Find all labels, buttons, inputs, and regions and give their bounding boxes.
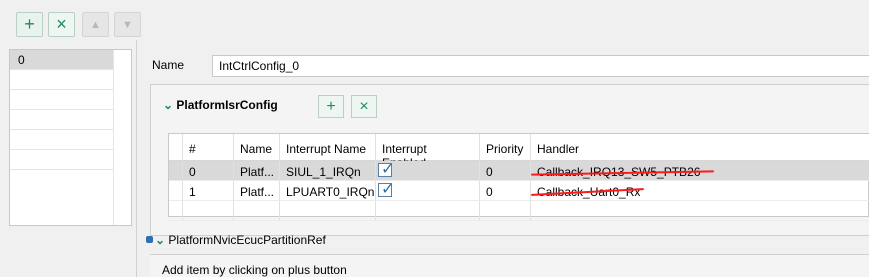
table-cell-interrupt-name[interactable]: LPUART0_IRQn: [280, 181, 376, 201]
plus-icon: +: [326, 97, 336, 115]
table-cell-interrupt-enabled[interactable]: ✓: [376, 161, 480, 181]
table-empty-row: [480, 201, 531, 221]
table-empty-row: [169, 201, 183, 221]
isr-add-button[interactable]: +: [318, 95, 344, 118]
table-header-interrupt-name: Interrupt Name: [280, 134, 376, 161]
list-item-empty[interactable]: [10, 90, 113, 110]
list-item-label: 0: [18, 53, 25, 67]
table-cell-interrupt-enabled[interactable]: ✓: [376, 181, 480, 201]
table-empty-row: [280, 201, 376, 221]
list-item-empty[interactable]: [10, 110, 113, 130]
check-icon: ✓: [381, 161, 395, 178]
table-empty-row: [376, 201, 480, 221]
table-row-marker: [169, 161, 183, 181]
move-up-button[interactable]: ▲: [82, 12, 109, 37]
add-button[interactable]: +: [16, 12, 43, 37]
table-empty-row: [183, 201, 234, 221]
name-label: Name: [152, 58, 185, 72]
platform-isr-section-title[interactable]: ⌄ PlatformIsrConfig: [163, 98, 278, 112]
platform-isr-section-label: PlatformIsrConfig: [176, 98, 278, 112]
table-cell-index[interactable]: 1: [183, 181, 234, 201]
move-down-button[interactable]: ▼: [114, 12, 141, 37]
enabled-checkbox[interactable]: ✓: [378, 181, 395, 198]
collapse-chevron-icon[interactable]: ⌄: [163, 98, 173, 112]
table-row-marker: [169, 181, 183, 201]
table-cell-name[interactable]: Platf...: [234, 181, 280, 201]
chevron-down-icon: ▼: [122, 18, 133, 31]
table-header-priority: Priority: [480, 134, 531, 161]
name-input-value: IntCtrlConfig_0: [219, 59, 300, 73]
isr-delete-button[interactable]: ×: [351, 95, 377, 118]
nvic-section-title[interactable]: ⌄ PlatformNvicEcucPartitionRef: [145, 233, 326, 247]
list-item-empty[interactable]: [10, 150, 113, 170]
list-item-empty[interactable]: [10, 130, 113, 150]
x-icon: ×: [359, 97, 369, 115]
enabled-checkbox[interactable]: ✓: [378, 161, 395, 178]
add-item-hint: Add item by clicking on plus button: [162, 263, 347, 277]
list-item-empty[interactable]: [10, 70, 113, 90]
check-icon: ✓: [381, 181, 395, 198]
table-header-handler: Handler: [531, 134, 869, 161]
table-cell-priority[interactable]: 0: [480, 161, 531, 181]
table-empty-row: [234, 201, 280, 221]
list-column-divider: [113, 50, 114, 225]
table-empty-row: [531, 201, 869, 221]
table-cell-name[interactable]: Platf...: [234, 161, 280, 181]
table-cell-interrupt-name[interactable]: SIUL_1_IRQn: [280, 161, 376, 181]
x-icon: ×: [56, 14, 67, 34]
config-list[interactable]: 0: [9, 49, 132, 226]
plus-icon: +: [24, 14, 35, 34]
collapse-chevron-icon[interactable]: ⌄: [155, 233, 165, 247]
table-header-name: Name: [234, 134, 280, 161]
table-header-index: #: [183, 134, 234, 161]
table-header-interrupt-enabled: Interrupt Enabled: [376, 134, 480, 170]
table-cell-priority[interactable]: 0: [480, 181, 531, 201]
table-row-header-spacer: [169, 134, 183, 161]
name-input[interactable]: IntCtrlConfig_0: [212, 55, 869, 77]
table-cell-index[interactable]: 0: [183, 161, 234, 181]
isr-table: # Name Interrupt Name Interrupt Enabled …: [168, 133, 869, 221]
delete-button[interactable]: ×: [48, 12, 75, 37]
pane-divider: [136, 40, 137, 277]
chevron-up-icon: ▲: [90, 18, 101, 31]
list-item[interactable]: 0: [10, 50, 113, 70]
nvic-section-label: PlatformNvicEcucPartitionRef: [168, 233, 326, 247]
